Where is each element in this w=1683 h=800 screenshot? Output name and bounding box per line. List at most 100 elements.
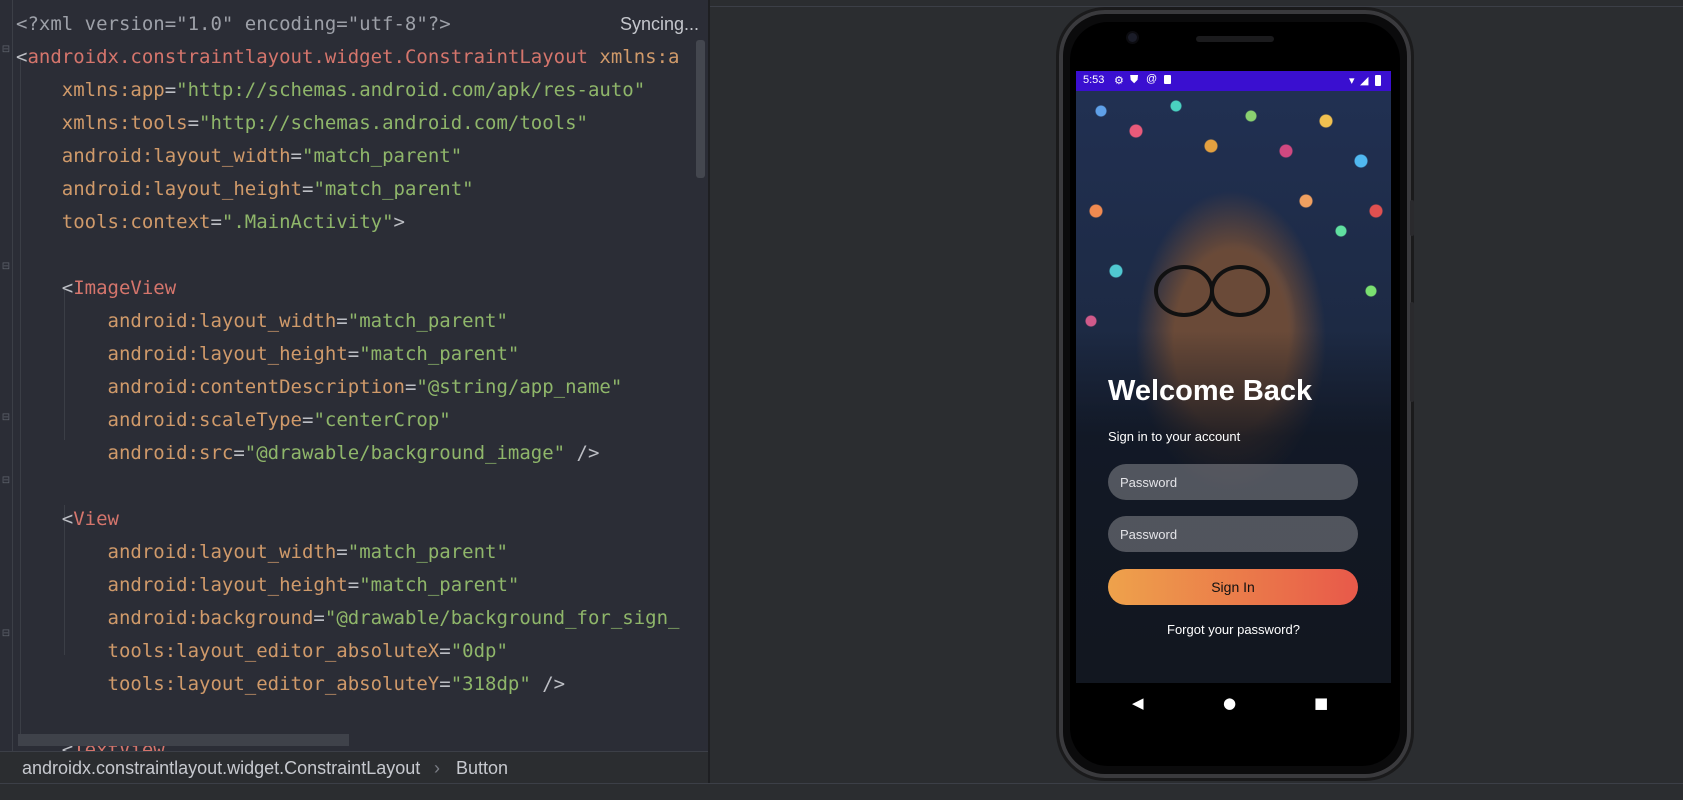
editor-gutter: ⊟ ⊟ ⊟ ⊟ ⊟ <box>0 0 13 751</box>
code-token: < <box>16 508 74 530</box>
code-line[interactable]: android:layout_width="match_parent" <box>16 305 679 338</box>
fold-marker-icon[interactable]: ⊟ <box>0 261 12 273</box>
code-token: "match_parent" <box>302 145 463 167</box>
glasses-right <box>1210 265 1270 317</box>
code-line[interactable]: android:contentDescription="@string/app_… <box>16 371 679 404</box>
code-token: <?xml version="1.0" encoding="utf-8"?> <box>16 13 451 35</box>
code-token: "match_parent" <box>347 541 508 563</box>
fold-marker-icon[interactable]: ⊟ <box>0 475 12 487</box>
code-token: android:contentDescription <box>16 376 405 398</box>
code-token: = <box>301 178 314 200</box>
code-line[interactable]: android:scaleType="centerCrop" <box>16 404 679 437</box>
code-token: android:scaleType <box>16 409 302 431</box>
forgot-password-link[interactable]: Forgot your password? <box>1076 622 1391 637</box>
signal-icon: ◢ <box>1360 75 1369 87</box>
code-token: < <box>16 46 28 68</box>
tool-window-bar <box>0 783 1683 800</box>
code-line[interactable]: <View <box>16 503 679 536</box>
fold-marker-icon[interactable]: ⊟ <box>0 412 12 424</box>
horizontal-scrollbar[interactable] <box>18 734 349 746</box>
code-token: = <box>336 310 348 332</box>
back-icon[interactable]: ◀ <box>1132 694 1144 712</box>
code-token: xmlns:a <box>599 46 680 68</box>
code-token: xmlns:tools <box>16 112 188 134</box>
code-line[interactable]: <?xml version="1.0" encoding="utf-8"?> <box>16 8 679 41</box>
code-token: "@drawable/background_image" <box>244 442 566 464</box>
device-screen: 5:53 ⚙ ⛊ @ ▾ ◢ Welcome Back Sign in to y… <box>1076 71 1391 683</box>
code-token: "http://schemas.android.com/apk/res-auto… <box>176 79 646 101</box>
code-line[interactable]: android:layout_height="match_parent" <box>16 569 679 602</box>
code-line[interactable]: tools:context=".MainActivity"> <box>16 206 679 239</box>
volume-button <box>1410 302 1414 402</box>
code-token: xmlns:app <box>16 79 165 101</box>
earpiece-speaker <box>1196 36 1274 42</box>
code-line[interactable] <box>16 470 679 503</box>
code-token: = <box>347 574 360 596</box>
code-line[interactable] <box>16 239 679 272</box>
code-token: /> <box>565 442 600 464</box>
fold-marker-icon[interactable]: ⊟ <box>0 44 12 56</box>
preview-divider <box>710 6 1683 7</box>
code-line[interactable]: android:background="@drawable/background… <box>16 602 680 635</box>
code-token: tools:layout_editor_absoluteY <box>16 673 440 695</box>
code-line[interactable]: android:src="@drawable/background_image"… <box>16 437 679 470</box>
code-line[interactable]: xmlns:app="http://schemas.android.com/ap… <box>16 74 679 107</box>
breadcrumb-item-button[interactable]: Button <box>456 758 508 779</box>
code-token: tools:layout_editor_absoluteX <box>16 640 440 662</box>
code-line[interactable]: <androidx.constraintlayout.widget.Constr… <box>16 41 679 74</box>
code-line[interactable]: tools:layout_editor_absoluteY="318dp" /> <box>16 668 679 701</box>
recents-icon[interactable]: ■ <box>1314 694 1328 712</box>
code-line[interactable]: xmlns:tools="http://schemas.android.com/… <box>16 107 679 140</box>
battery-icon <box>1375 75 1381 86</box>
glasses-left <box>1154 265 1214 317</box>
code-line[interactable]: android:layout_height="match_parent" <box>16 338 679 371</box>
xml-code[interactable]: <?xml version="1.0" encoding="utf-8"?> <a… <box>16 8 679 751</box>
breadcrumb-item-root[interactable]: androidx.constraintlayout.widget.Constra… <box>22 758 420 779</box>
breadcrumb: androidx.constraintlayout.widget.Constra… <box>0 751 708 784</box>
code-token: View <box>73 508 119 530</box>
code-line[interactable]: android:layout_height="match_parent" <box>16 173 679 206</box>
breadcrumb-separator: › <box>434 758 440 778</box>
code-editor[interactable]: ⊟ ⊟ ⊟ ⊟ ⊟ <?xml version="1.0" encoding="… <box>0 0 708 751</box>
password-field-2[interactable] <box>1108 516 1358 552</box>
code-token: = <box>187 112 200 134</box>
code-line[interactable] <box>16 701 679 734</box>
code-line[interactable]: android:layout_width="match_parent" <box>16 140 679 173</box>
code-token: = <box>164 79 177 101</box>
code-token: "match_parent" <box>359 343 520 365</box>
code-token: "match_parent" <box>313 178 474 200</box>
code-token: = <box>336 541 348 563</box>
sim-icon <box>1164 75 1171 84</box>
code-token: = <box>301 409 314 431</box>
wifi-icon: ▾ <box>1349 75 1355 87</box>
sign-in-button[interactable]: Sign In <box>1108 569 1358 605</box>
code-token: = <box>233 442 245 464</box>
password-field-1[interactable] <box>1108 464 1358 500</box>
code-token: androidx.constraintlayout.widget.Constra… <box>27 46 600 68</box>
status-time: 5:53 <box>1083 74 1105 86</box>
code-line[interactable]: android:layout_width="match_parent" <box>16 536 679 569</box>
vertical-scrollbar[interactable] <box>696 40 705 178</box>
code-token: = <box>290 145 302 167</box>
code-token: android:layout_height <box>16 574 348 596</box>
code-token: "@drawable/background_for_sign_ <box>324 607 680 629</box>
code-token: "match_parent" <box>359 574 520 596</box>
code-token: = <box>313 607 325 629</box>
navigation-bar: ◀ ● ■ <box>1076 683 1391 723</box>
code-token: "centerCrop" <box>313 409 451 431</box>
code-token: android:layout_width <box>16 310 337 332</box>
code-token: android:layout_height <box>16 343 348 365</box>
at-icon: @ <box>1146 73 1158 85</box>
code-line[interactable]: <ImageView <box>16 272 679 305</box>
front-camera <box>1128 33 1137 42</box>
code-token: = <box>404 376 417 398</box>
code-token: "0dp" <box>450 640 508 662</box>
fold-marker-icon[interactable]: ⊟ <box>0 628 12 640</box>
code-line[interactable]: tools:layout_editor_absoluteX="0dp" <box>16 635 679 668</box>
home-icon[interactable]: ● <box>1223 694 1236 712</box>
code-token: "http://schemas.android.com/tools" <box>199 112 588 134</box>
code-token: > <box>393 211 405 233</box>
code-token: android:background <box>16 607 314 629</box>
code-token: < <box>16 277 74 299</box>
sync-status: Syncing... <box>620 14 700 34</box>
